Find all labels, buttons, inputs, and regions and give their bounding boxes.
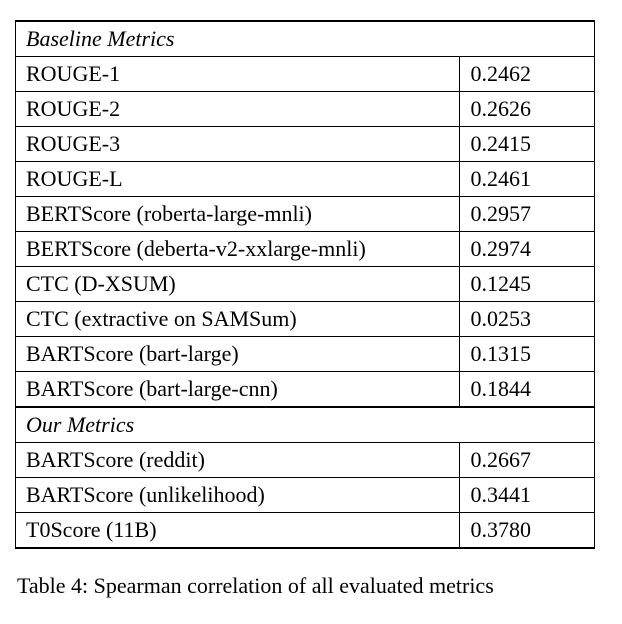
metrics-table: Baseline Metrics ROUGE-1 0.2462 ROUGE-2 … bbox=[15, 20, 595, 549]
table-row: ROUGE-1 0.2462 bbox=[16, 57, 595, 92]
metric-value: 0.3780 bbox=[460, 513, 595, 549]
table-row: CTC (extractive on SAMSum) 0.0253 bbox=[16, 302, 595, 337]
table-row: ROUGE-2 0.2626 bbox=[16, 92, 595, 127]
table-row: CTC (D-XSUM) 0.1245 bbox=[16, 267, 595, 302]
metric-value: 0.2974 bbox=[460, 232, 595, 267]
metric-label: ROUGE-3 bbox=[16, 127, 460, 162]
metric-label: ROUGE-1 bbox=[16, 57, 460, 92]
table-row: BARTScore (bart-large-cnn) 0.1844 bbox=[16, 372, 595, 408]
metric-label: BERTScore (roberta-large-mnli) bbox=[16, 197, 460, 232]
metric-label: BARTScore (reddit) bbox=[16, 443, 460, 478]
metric-label: CTC (D-XSUM) bbox=[16, 267, 460, 302]
caption-prefix: Table 4: bbox=[17, 573, 94, 598]
metric-value: 0.3441 bbox=[460, 478, 595, 513]
metric-label: ROUGE-2 bbox=[16, 92, 460, 127]
metric-value: 0.0253 bbox=[460, 302, 595, 337]
section-header-ours: Our Metrics bbox=[16, 407, 595, 443]
caption-text: Spearman correlation of all evaluated me… bbox=[94, 573, 494, 598]
table-row: T0Score (11B) 0.3780 bbox=[16, 513, 595, 549]
metric-value: 0.1315 bbox=[460, 337, 595, 372]
table-row: BARTScore (unlikelihood) 0.3441 bbox=[16, 478, 595, 513]
section-header-row: Our Metrics bbox=[16, 407, 595, 443]
metric-label: BARTScore (unlikelihood) bbox=[16, 478, 460, 513]
metric-value: 0.2957 bbox=[460, 197, 595, 232]
metric-label: BARTScore (bart-large-cnn) bbox=[16, 372, 460, 408]
section-header-row: Baseline Metrics bbox=[16, 21, 595, 57]
table-row: BARTScore (bart-large) 0.1315 bbox=[16, 337, 595, 372]
table-caption: Table 4: Spearman correlation of all eva… bbox=[15, 571, 595, 602]
metric-value: 0.2415 bbox=[460, 127, 595, 162]
metric-value: 0.1844 bbox=[460, 372, 595, 408]
metric-value: 0.1245 bbox=[460, 267, 595, 302]
metric-value: 0.2626 bbox=[460, 92, 595, 127]
table-row: ROUGE-L 0.2461 bbox=[16, 162, 595, 197]
metrics-table-container: Baseline Metrics ROUGE-1 0.2462 ROUGE-2 … bbox=[15, 20, 595, 602]
metric-label: BARTScore (bart-large) bbox=[16, 337, 460, 372]
section-header-baseline: Baseline Metrics bbox=[16, 21, 595, 57]
table-row: BERTScore (roberta-large-mnli) 0.2957 bbox=[16, 197, 595, 232]
table-row: BARTScore (reddit) 0.2667 bbox=[16, 443, 595, 478]
metric-label: BERTScore (deberta-v2-xxlarge-mnli) bbox=[16, 232, 460, 267]
table-body: Baseline Metrics ROUGE-1 0.2462 ROUGE-2 … bbox=[16, 21, 595, 548]
metric-value: 0.2462 bbox=[460, 57, 595, 92]
table-row: BERTScore (deberta-v2-xxlarge-mnli) 0.29… bbox=[16, 232, 595, 267]
metric-label: CTC (extractive on SAMSum) bbox=[16, 302, 460, 337]
metric-value: 0.2667 bbox=[460, 443, 595, 478]
metric-label: T0Score (11B) bbox=[16, 513, 460, 549]
metric-value: 0.2461 bbox=[460, 162, 595, 197]
metric-label: ROUGE-L bbox=[16, 162, 460, 197]
table-row: ROUGE-3 0.2415 bbox=[16, 127, 595, 162]
